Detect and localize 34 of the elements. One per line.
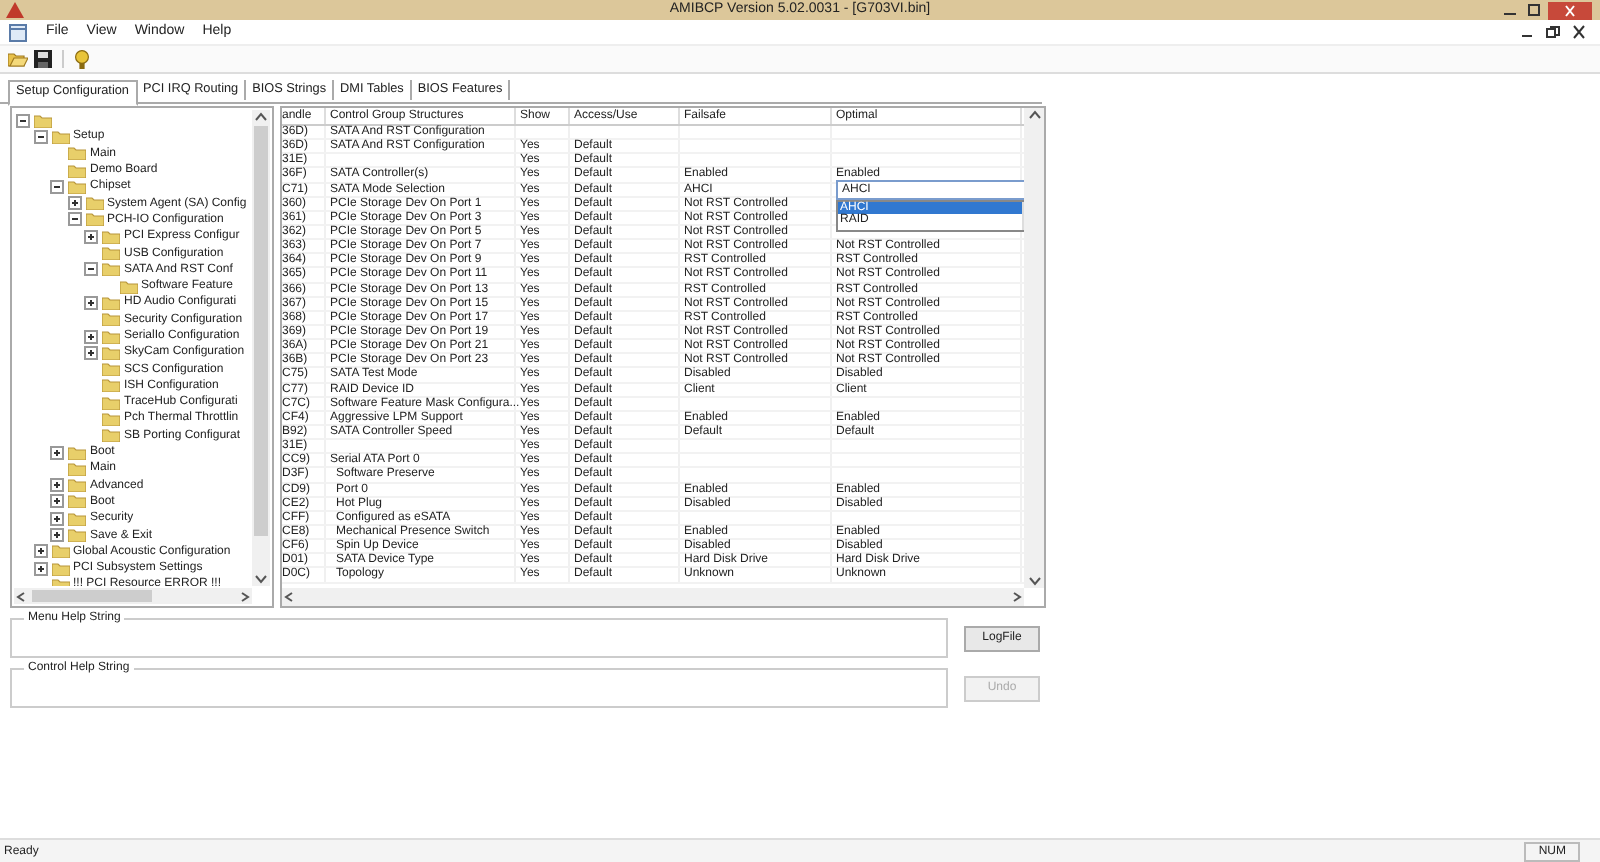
expand-icon[interactable] xyxy=(84,345,98,360)
collapse-icon[interactable] xyxy=(16,113,30,128)
expand-icon[interactable] xyxy=(84,229,98,244)
scrollbar[interactable] xyxy=(14,588,252,604)
scroll-right-icon[interactable] xyxy=(238,589,252,603)
collapse-icon[interactable] xyxy=(33,129,47,144)
expand-icon[interactable] xyxy=(50,494,64,509)
collapse-icon[interactable] xyxy=(67,212,81,227)
expand-icon[interactable] xyxy=(50,445,64,460)
scroll-left-icon[interactable] xyxy=(14,589,28,603)
expand-icon[interactable] xyxy=(50,478,64,493)
expand-icon[interactable] xyxy=(33,544,47,559)
save-icon[interactable] xyxy=(34,50,52,68)
expand-icon[interactable] xyxy=(33,561,47,576)
close-icon[interactable] xyxy=(1570,24,1588,40)
scrollbar[interactable] xyxy=(1024,108,1044,588)
scroll-right-icon[interactable] xyxy=(1010,590,1024,604)
collapse-icon[interactable] xyxy=(50,179,64,194)
expand-icon[interactable] xyxy=(84,329,98,343)
document-icon xyxy=(8,23,28,41)
scroll-down-icon[interactable] xyxy=(252,572,270,586)
scroll-up-icon[interactable] xyxy=(252,110,270,124)
expand-icon[interactable] xyxy=(50,528,64,543)
scroll-down-icon[interactable] xyxy=(1025,574,1043,588)
restore-icon[interactable] xyxy=(1544,24,1562,40)
expand-icon[interactable] xyxy=(67,196,81,211)
collapse-icon[interactable] xyxy=(84,262,98,277)
scrollbar[interactable] xyxy=(282,588,1024,606)
maximize-icon[interactable] xyxy=(1524,2,1544,18)
scrollbar[interactable] xyxy=(252,110,270,586)
scroll-left-icon[interactable] xyxy=(282,590,296,604)
scroll-up-icon[interactable] xyxy=(1025,108,1043,122)
expand-icon[interactable] xyxy=(50,511,64,526)
expand-icon[interactable] xyxy=(84,295,98,310)
